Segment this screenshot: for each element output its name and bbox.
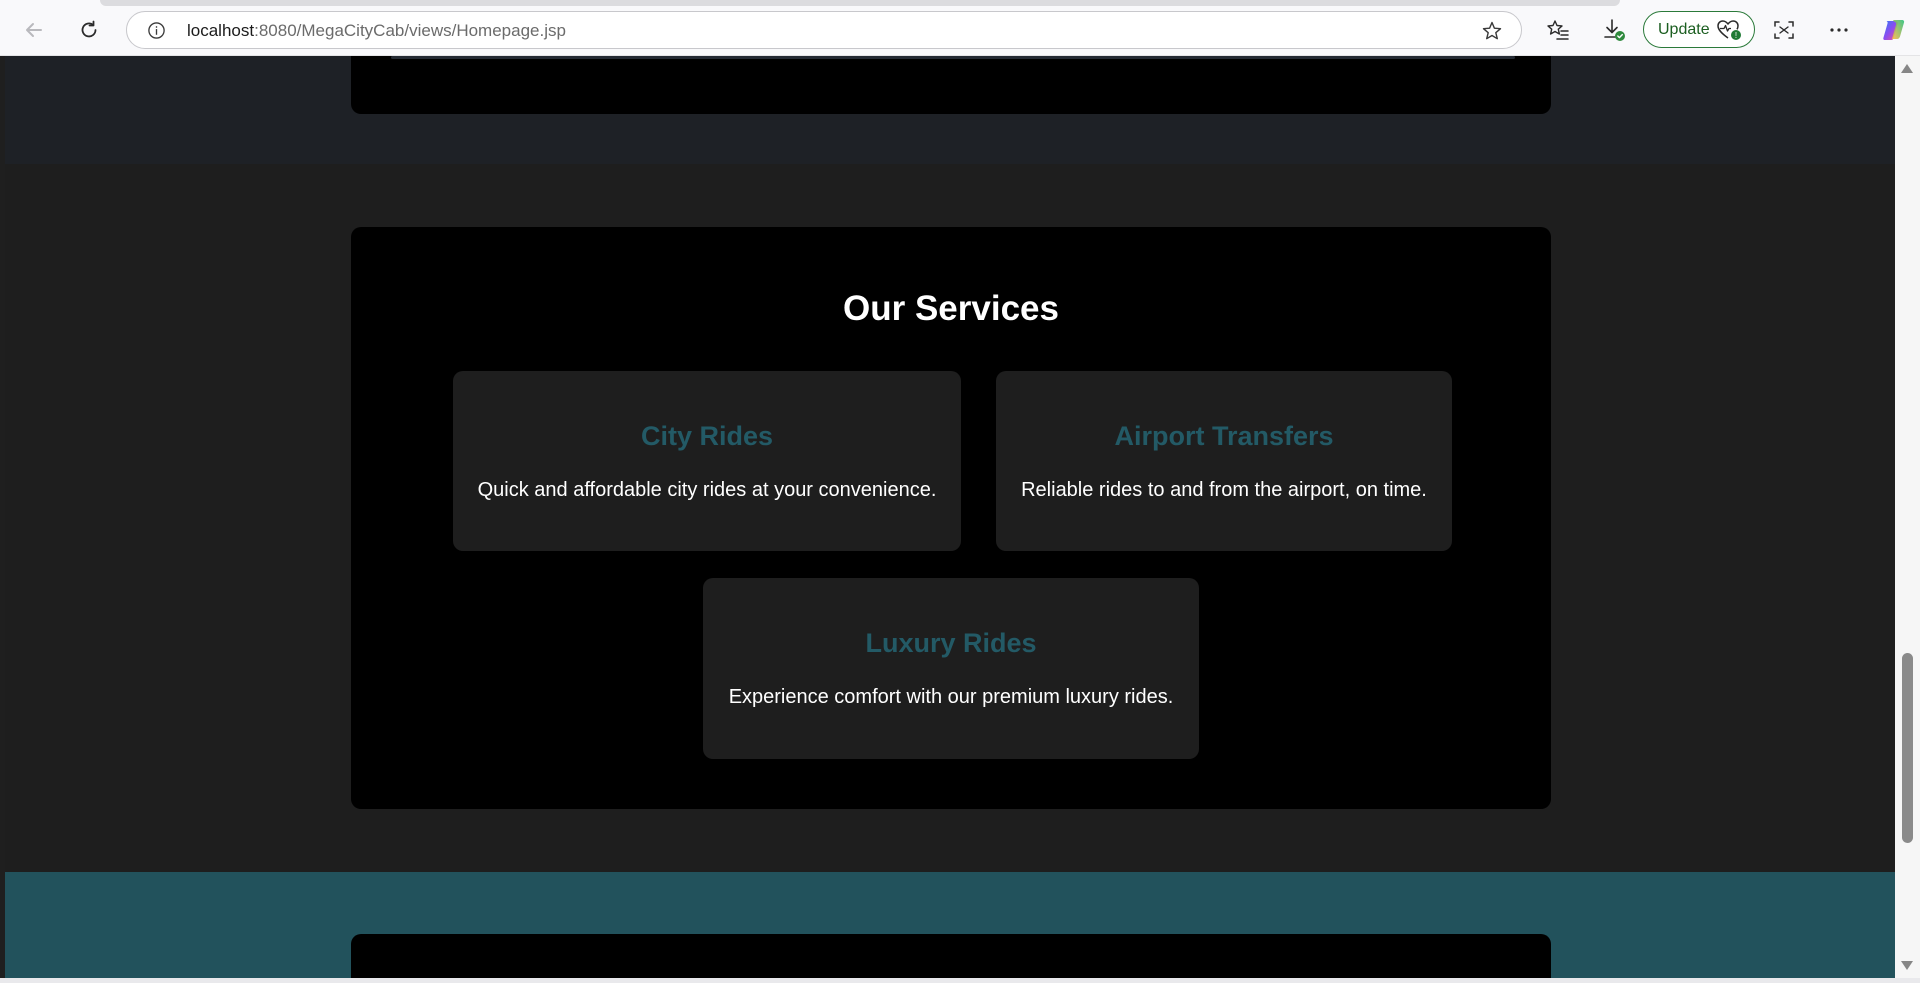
heart-pulse-icon: ! (1717, 20, 1741, 40)
more-dots-icon (1830, 28, 1848, 32)
service-card-airport-transfers: Airport Transfers Reliable rides to and … (996, 371, 1452, 551)
services-title: Our Services (843, 289, 1059, 328)
back-button[interactable] (16, 12, 52, 48)
browser-toolbar: localhost:8080/MegaCityCab/views/Homepag… (0, 0, 1920, 56)
services-section: Our Services City Rides Quick and afford… (5, 164, 1895, 872)
service-card-luxury-rides: Luxury Rides Experience comfort with our… (703, 578, 1199, 759)
url-path: :8080/MegaCityCab/views/Homepage.jsp (254, 21, 566, 40)
update-label: Update (1658, 20, 1710, 38)
window-bottom-edge (0, 978, 1920, 983)
service-description: Reliable rides to and from the airport, … (1021, 479, 1427, 501)
copilot-icon (1883, 20, 1905, 40)
copilot-button[interactable] (1876, 12, 1912, 48)
previous-section-card (351, 56, 1551, 114)
star-icon[interactable] (1481, 20, 1503, 42)
screenshot-button[interactable] (1766, 12, 1802, 48)
next-section (5, 872, 1895, 978)
address-bar[interactable]: localhost:8080/MegaCityCab/views/Homepag… (126, 11, 1522, 49)
back-arrow-icon (26, 23, 42, 37)
favorites-button[interactable] (1540, 12, 1576, 48)
scroll-down-arrow-icon[interactable] (1901, 961, 1913, 970)
next-section-card (351, 934, 1551, 978)
favorites-list-icon (1547, 20, 1569, 40)
service-title: Airport Transfers (1114, 421, 1334, 451)
more-button[interactable] (1821, 12, 1857, 48)
tab-strip (100, 0, 1620, 6)
service-description: Quick and affordable city rides at your … (477, 479, 937, 501)
scroll-thumb[interactable] (1902, 653, 1913, 843)
url-host: localhost (187, 21, 255, 40)
previous-section (5, 56, 1895, 164)
screenshot-icon (1774, 21, 1794, 39)
service-title: City Rides (640, 421, 774, 451)
scroll-up-arrow-icon[interactable] (1901, 64, 1913, 73)
previous-section-divider (391, 56, 1515, 59)
info-icon[interactable] (147, 21, 166, 40)
reload-icon (81, 20, 97, 38)
reload-button[interactable] (71, 12, 107, 48)
download-icon (1604, 19, 1625, 41)
service-description: Experience comfort with our premium luxu… (728, 686, 1174, 708)
service-title: Luxury Rides (865, 628, 1037, 658)
service-card-city-rides: City Rides Quick and affordable city rid… (453, 371, 961, 551)
page-viewport: Our Services City Rides Quick and afford… (5, 56, 1895, 978)
url-text[interactable]: localhost:8080/MegaCityCab/views/Homepag… (187, 21, 566, 41)
services-card: Our Services City Rides Quick and afford… (351, 227, 1551, 809)
vertical-scrollbar[interactable] (1895, 56, 1920, 978)
svg-text:!: ! (1735, 31, 1737, 40)
downloads-button[interactable] (1596, 12, 1632, 48)
update-button[interactable]: Update ! (1643, 11, 1755, 48)
